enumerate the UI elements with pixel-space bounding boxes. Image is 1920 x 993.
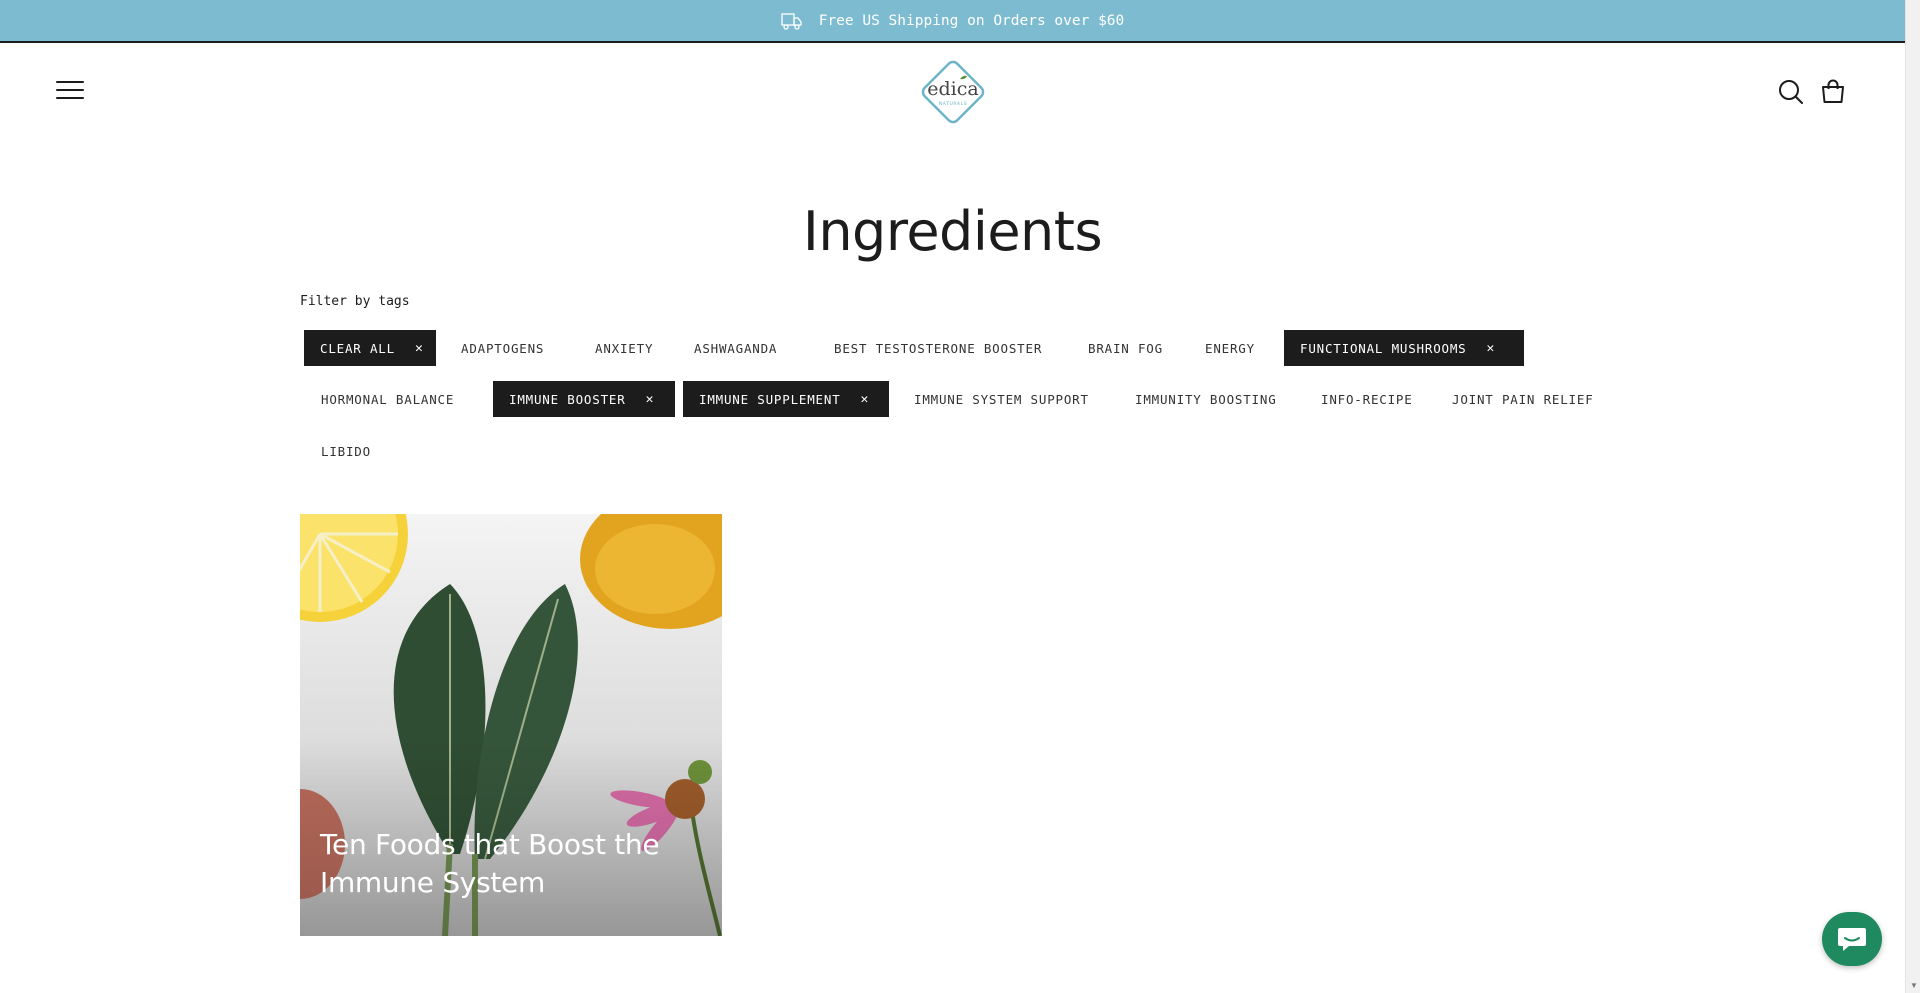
search-icon xyxy=(1779,80,1803,104)
tag-energy[interactable]: ENERGY xyxy=(1189,330,1271,366)
page-title: Ingredients xyxy=(802,200,1103,263)
tag-functional-mushrooms[interactable]: FUNCTIONAL MUSHROOMS ✕ xyxy=(1284,330,1524,366)
menu-button[interactable] xyxy=(56,81,84,103)
tag-libido[interactable]: LIBIDO xyxy=(305,433,387,469)
edica-logo[interactable]: edica NATURALS xyxy=(916,55,990,129)
tag-immune-supplement[interactable]: IMMUNE SUPPLEMENT ✕ xyxy=(683,381,889,417)
tag-immunity-boosting[interactable]: IMMUNITY BOOSTING xyxy=(1119,381,1293,417)
announcement-text: Free US Shipping on Orders over $60 xyxy=(818,12,1125,29)
article-card[interactable]: Ten Foods that Boost the Immune System xyxy=(300,514,722,936)
page-scrollbar[interactable]: ▼ xyxy=(1905,0,1920,993)
article-title[interactable]: Ten Foods that Boost the Immune System xyxy=(320,826,700,902)
svg-text:edica: edica xyxy=(927,78,978,100)
tag-brain-fog[interactable]: BRAIN FOG xyxy=(1072,330,1179,366)
close-icon: ✕ xyxy=(414,340,424,356)
tag-hormonal-balance[interactable]: HORMONAL BALANCE xyxy=(305,381,470,417)
cart-button[interactable] xyxy=(1820,78,1846,104)
chat-button[interactable] xyxy=(1822,912,1882,966)
tag-adaptogens[interactable]: ADAPTOGENS xyxy=(445,330,560,366)
tag-clear-all[interactable]: CLEAR ALL ✕ xyxy=(304,330,436,366)
close-icon: ✕ xyxy=(860,391,870,407)
site-header: edica NATURALS xyxy=(0,43,1905,143)
truck-icon xyxy=(781,12,802,30)
hamburger-icon xyxy=(56,81,84,83)
tag-info-recipe[interactable]: INFO-RECIPE xyxy=(1305,381,1429,417)
tag-immune-booster[interactable]: IMMUNE BOOSTER ✕ xyxy=(493,381,675,417)
tag-joint-pain-relief[interactable]: JOINT PAIN RELIEF xyxy=(1436,381,1610,417)
chat-bubble-icon xyxy=(1838,928,1866,951)
filter-by-tags-label: Filter by tags xyxy=(300,294,410,309)
close-icon: ✕ xyxy=(645,391,655,407)
shopping-bag-icon xyxy=(1822,79,1844,103)
search-button[interactable] xyxy=(1778,79,1804,105)
tag-anxiety[interactable]: ANXIETY xyxy=(579,330,669,366)
tag-ashwaganda[interactable]: ASHWAGANDA xyxy=(678,330,793,366)
announcement-bar: Free US Shipping on Orders over $60 xyxy=(0,0,1905,43)
svg-text:NATURALS: NATURALS xyxy=(939,101,967,107)
tag-best-testosterone-booster[interactable]: BEST TESTOSTERONE BOOSTER xyxy=(818,330,1058,366)
close-icon: ✕ xyxy=(1486,340,1496,356)
scroll-down-arrow-icon[interactable]: ▼ xyxy=(1910,981,1918,990)
tag-immune-system-support[interactable]: IMMUNE SYSTEM SUPPORT xyxy=(898,381,1105,417)
